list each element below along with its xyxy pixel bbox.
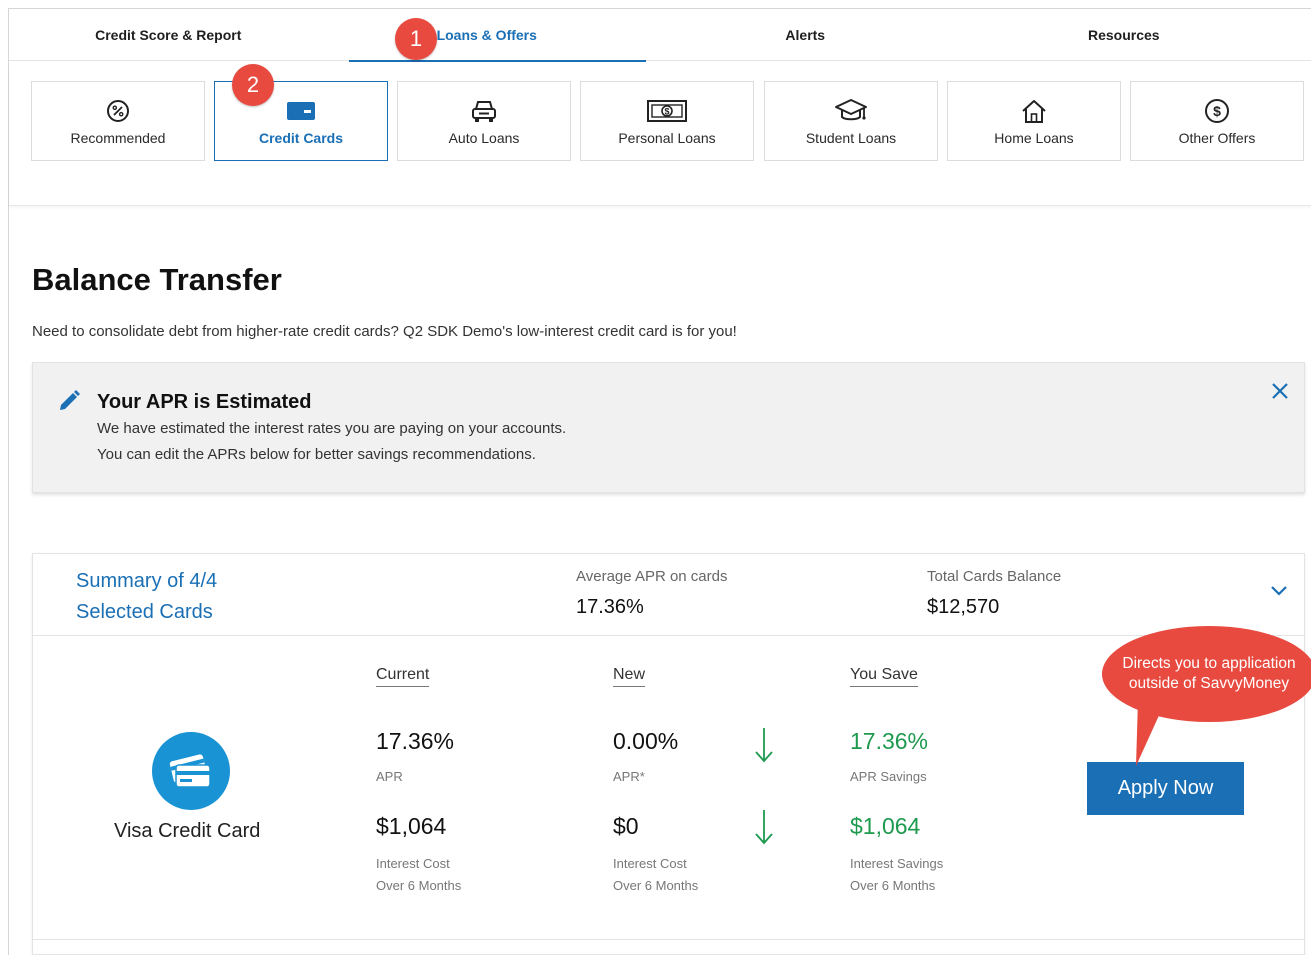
arrow-down-icon [753,726,775,769]
average-apr-value: 17.36% [576,596,644,618]
page-intro: Need to consolidate debt from higher-rat… [32,323,737,340]
top-navigation: Credit Score & Report Loans & Offers Ale… [9,9,1311,62]
new-apr-label: APR* [613,769,645,784]
banner-text-line: You can edit the APRs below for better s… [97,446,536,463]
summary-card: Summary of 4/4 Selected Cards Average AP… [32,553,1305,955]
card-name: Visa Credit Card [114,820,261,842]
total-balance-label: Total Cards Balance [927,568,1062,585]
banner-text-line: We have estimated the interest rates you… [97,420,567,437]
credit-card-icon [286,96,316,126]
summary-title-line: Summary of 4/4 [76,570,218,592]
current-apr-value: 17.36% [376,728,455,754]
new-interest-period: Over 6 Months [613,878,699,893]
current-apr-label: APR [376,769,403,784]
svg-text:$: $ [1213,103,1221,119]
percent-icon [106,96,130,126]
tab-loans-offers[interactable]: Loans & Offers [328,9,647,62]
summary-header[interactable]: Summary of 4/4 Selected Cards Average AP… [33,554,1304,636]
graduation-cap-icon [834,96,868,126]
interest-savings-value: $1,064 [850,813,921,839]
callout-apply-note: Directs you to application outside of Sa… [1102,626,1311,722]
tab-alerts[interactable]: Alerts [646,9,965,61]
page-title: Balance Transfer [32,262,282,297]
summary-title-line: Selected Cards [76,601,213,623]
arrow-down-icon [753,808,775,851]
category-label: Home Loans [994,130,1074,146]
category-student-loans[interactable]: Student Loans [764,81,938,161]
total-balance-value: $12,570 [927,596,1000,618]
category-home-loans[interactable]: Home Loans [947,81,1121,161]
car-icon [470,96,498,126]
callout-number-one: 1 [395,18,437,60]
divider [33,939,1304,940]
dollar-circle-icon: $ [1204,96,1230,126]
credit-cards-icon [152,732,230,810]
category-recommended[interactable]: Recommended [31,81,205,161]
column-header-new: New [613,666,646,687]
category-label: Recommended [70,130,166,146]
column-header-current: Current [376,666,430,687]
svg-text:$: $ [664,107,669,117]
banner-title: Your APR is Estimated [97,391,312,413]
cash-icon: $ [647,96,687,126]
category-other-offers[interactable]: $ Other Offers [1130,81,1304,161]
category-personal-loans[interactable]: $ Personal Loans [580,81,754,161]
apr-estimated-banner: Your APR is Estimated We have estimated … [32,362,1305,493]
close-icon[interactable] [1270,381,1290,406]
callout-number-two: 2 [232,64,274,106]
category-label: Credit Cards [258,130,344,146]
current-interest-label: Interest Cost [376,856,450,871]
column-header-you-save: You Save [850,666,918,687]
current-interest-period: Over 6 Months [376,878,462,893]
category-strip: Recommended Credit Cards Auto Loans $ Pe… [9,62,1311,206]
average-apr-label: Average APR on cards [576,568,728,585]
category-label: Other Offers [1178,130,1256,146]
new-interest-label: Interest Cost [613,856,687,871]
interest-savings-label: Interest Savings [850,856,944,871]
summary-title[interactable]: Summary of 4/4 Selected Cards [76,566,217,628]
apr-savings-value: 17.36% [850,728,929,754]
pencil-icon [57,389,81,418]
house-icon [1020,96,1048,126]
category-label: Auto Loans [448,130,520,146]
tab-credit-score-report[interactable]: Credit Score & Report [9,9,328,61]
tab-resources[interactable]: Resources [965,9,1284,61]
category-auto-loans[interactable]: Auto Loans [397,81,571,161]
category-label: Personal Loans [618,130,716,146]
chevron-down-icon[interactable] [1270,584,1288,602]
category-label: Student Loans [805,130,897,146]
apr-savings-label: APR Savings [850,769,927,784]
interest-savings-period: Over 6 Months [850,878,936,893]
new-apr-value: 0.00% [613,728,679,754]
new-interest-value: $0 [613,813,639,839]
current-interest-value: $1,064 [376,813,447,839]
